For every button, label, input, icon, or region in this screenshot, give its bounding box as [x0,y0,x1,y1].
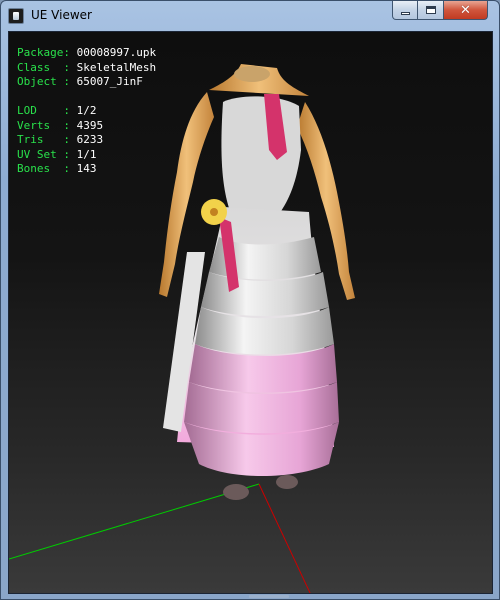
info-bones: Bones : 143 [17,162,156,177]
info-class-value: SkeletalMesh [76,60,157,74]
info-uvset-key: UV Set : [17,147,70,161]
y-axis-line [9,483,260,560]
info-class: Class : SkeletalMesh [17,61,156,76]
info-object-key: Object : [17,75,70,88]
ue-viewer-window: UE Viewer ✕ Package: 00008997.upk Class … [0,0,500,600]
info-tris-key: Tris : [17,133,70,146]
window-title: UE Viewer [31,8,92,22]
necklace [234,66,270,82]
info-package-value: 00008997.upk [76,46,157,59]
info-object-value: 65007_JinF [76,75,143,88]
flower-center [210,208,218,216]
mesh-info-overlay: Package: 00008997.upk Class : SkeletalMe… [17,46,156,177]
3d-viewport[interactable]: Package: 00008997.upk Class : SkeletalMe… [8,31,493,594]
resize-grip[interactable] [249,595,289,598]
title-bar[interactable]: UE Viewer ✕ [1,1,499,31]
close-button[interactable]: ✕ [444,1,488,20]
close-icon: ✕ [460,2,471,18]
info-package: Package: 00008997.upk [17,46,156,61]
info-bones-value: 143 [76,162,97,175]
info-uvset-value: 1/1 [76,147,97,161]
left-foot [223,484,249,500]
ue-viewer-app-icon[interactable] [8,8,24,24]
minimize-button[interactable] [392,1,418,20]
info-package-key: Package: [17,46,70,59]
right-foot [276,475,298,489]
info-tris-value: 6233 [76,133,104,146]
info-object: Object : 65007_JinF [17,75,156,90]
info-lod-value: 1/2 [76,104,97,117]
info-lod-key: LOD : [17,104,70,117]
info-verts: Verts : 4395 [17,119,156,134]
info-tris: Tris : 6233 [17,133,156,148]
info-bones-key: Bones : [17,162,70,175]
info-lod: LOD : 1/2 [17,104,156,119]
maximize-button[interactable] [418,1,444,20]
minimize-icon [400,11,410,15]
info-verts-value: 4395 [76,118,104,132]
info-uvset: UV Set : 1/1 [17,148,156,163]
info-class-key: Class : [17,60,70,74]
info-verts-key: Verts : [17,118,70,132]
maximize-icon [425,6,436,14]
bodice [221,96,301,214]
x-axis-line [258,483,311,593]
